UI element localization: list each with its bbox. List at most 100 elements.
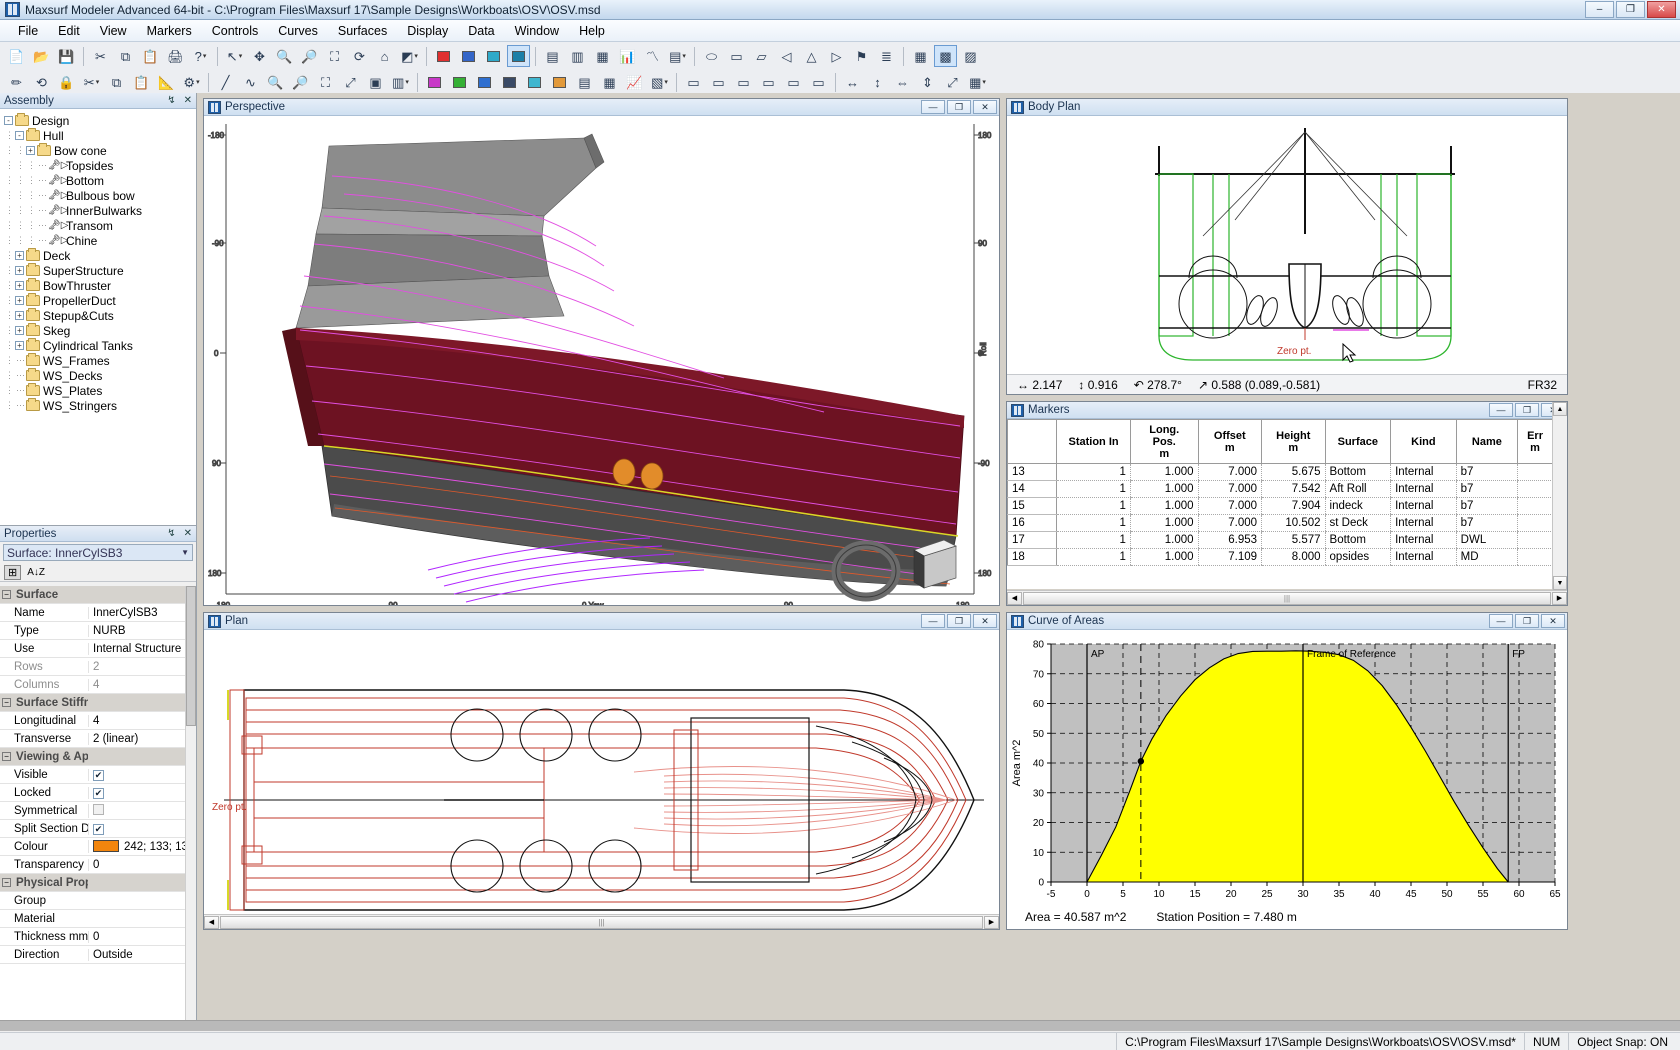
close-icon[interactable]: ✕	[184, 95, 192, 106]
scroll-down-icon[interactable]: ▼	[1553, 576, 1567, 590]
property-value[interactable]: ✔	[88, 823, 196, 835]
marker-height[interactable]: 7.904	[1262, 498, 1326, 515]
marker-station-in[interactable]: 1	[1057, 481, 1131, 498]
marker-height[interactable]: 8.000	[1262, 549, 1326, 566]
property-value[interactable]: 0	[88, 859, 196, 871]
property-transparency[interactable]: Transparency0	[0, 856, 196, 874]
surface-red-icon[interactable]	[432, 45, 455, 67]
property-value[interactable]: InnerCylSB3	[88, 607, 196, 619]
marker-long-pos[interactable]: 1.000	[1130, 549, 1198, 566]
property-value[interactable]: ✔	[88, 769, 196, 781]
tree-item-topsides[interactable]: ⋮⋮⋮⋯🗝▷Topsides	[4, 158, 196, 173]
tree-item-cylindrical-tanks[interactable]: ⋮+Cylindrical Tanks	[4, 338, 196, 353]
markers-column-header-1[interactable]: Station In	[1057, 420, 1131, 464]
fit-view-icon[interactable]: ⛶	[314, 71, 337, 93]
zoom-fit-icon[interactable]: ⛶	[323, 45, 346, 67]
open-icon[interactable]: 📂	[30, 45, 53, 67]
categorized-view-icon[interactable]: ⊞	[4, 565, 21, 580]
arrow-cursor-icon[interactable]: ↖▾	[223, 45, 246, 67]
curve-of-areas-canvas[interactable]: APFrame of ReferenceFP01020304050607080-…	[1007, 630, 1567, 929]
property-value[interactable]: 2	[88, 661, 196, 673]
minimize-button[interactable]: —	[921, 100, 945, 114]
markers-column-header-0[interactable]	[1008, 420, 1057, 464]
property-value[interactable]	[88, 804, 196, 818]
minimize-button[interactable]: —	[1489, 614, 1513, 628]
close-icon[interactable]: ✕	[184, 528, 192, 539]
grid-view-icon[interactable]: ▦	[909, 45, 932, 67]
checkbox-symmetrical[interactable]	[93, 804, 104, 815]
marker-err[interactable]	[1518, 498, 1553, 515]
marker-kind[interactable]: Internal	[1391, 464, 1457, 481]
checkbox-split-section-disp[interactable]: ✔	[93, 824, 104, 835]
collapse-icon[interactable]: −	[2, 698, 11, 707]
tree-item-ws-frames[interactable]: ⋮⋯WS_Frames	[4, 353, 196, 368]
marker-surface[interactable]: Aft Roll	[1325, 481, 1391, 498]
perspective-3d-render[interactable]: -180 -90 0 90 180 180 90 0 -90 180 -180 …	[204, 116, 999, 605]
surface-cyan-icon[interactable]	[482, 45, 505, 67]
band-green-icon[interactable]	[448, 71, 471, 93]
tree-expander-icon[interactable]: +	[15, 251, 24, 260]
scroll-left-icon[interactable]: ◀	[204, 916, 219, 929]
zoom-out2-icon[interactable]: 🔎	[289, 71, 312, 93]
band-stripes-icon[interactable]: ▤	[573, 71, 596, 93]
marker-next-icon[interactable]: ▷	[825, 45, 848, 67]
tree-item-bulbous-bow[interactable]: ⋮⋮⋮⋯🗝▷Bulbous bow	[4, 188, 196, 203]
tree-item-design[interactable]: -Design	[4, 113, 196, 128]
collapse-icon[interactable]: −	[2, 878, 11, 887]
marker-bars-icon[interactable]: ≣	[875, 45, 898, 67]
marker-height[interactable]: 7.542	[1262, 481, 1326, 498]
curve-tool-icon[interactable]: ∿	[239, 71, 262, 93]
wire-view-icon[interactable]: ▨	[959, 45, 982, 67]
chart-icon[interactable]: 📊	[616, 45, 639, 67]
marker-index[interactable]: 14	[1008, 481, 1057, 498]
marker-err[interactable]	[1518, 515, 1553, 532]
minimize-button[interactable]: —	[921, 614, 945, 628]
property-longitudinal[interactable]: Longitudinal4	[0, 712, 196, 730]
property-target-combo[interactable]: Surface: InnerCylSB3 ▼	[3, 544, 193, 561]
dim-more-icon[interactable]: ▦▾	[966, 71, 989, 93]
dim5-tool-icon[interactable]: ⤢	[941, 71, 964, 93]
marker-long-pos[interactable]: 1.000	[1130, 515, 1198, 532]
marker-edit-icon[interactable]: ▭	[725, 45, 748, 67]
body-plan-canvas[interactable]: Zero pt.	[1007, 116, 1567, 394]
restore-button[interactable]: ❐	[947, 614, 971, 628]
tree-item-superstructure[interactable]: ⋮+SuperStructure	[4, 263, 196, 278]
marker-surface[interactable]: Bottom	[1325, 464, 1391, 481]
minimize-button[interactable]: –	[1585, 1, 1614, 18]
zoom-in-icon[interactable]: 🔍	[273, 45, 296, 67]
markers-horizontal-scrollbar[interactable]: ◀ ||| ▶	[1007, 590, 1567, 605]
markers-table[interactable]: Station InLong.Pos.mOffsetmHeightmSurfac…	[1007, 419, 1553, 566]
marker-long-pos[interactable]: 1.000	[1130, 532, 1198, 549]
table-row[interactable]: 1711.0006.9535.577BottomInternalDWL	[1008, 532, 1553, 549]
menu-item-markers[interactable]: Markers	[137, 22, 202, 40]
property-value[interactable]: 2 (linear)	[88, 733, 196, 745]
menu-item-window[interactable]: Window	[505, 22, 569, 40]
marker-surface[interactable]: Bottom	[1325, 532, 1391, 549]
grid-icon[interactable]: ▦	[591, 45, 614, 67]
marker-name[interactable]: MD	[1456, 549, 1517, 566]
checkbox-visible[interactable]: ✔	[93, 770, 104, 781]
markers-vertical-scrollbar[interactable]: ▲ ▼	[1552, 402, 1567, 590]
scroll-right-icon[interactable]: ▶	[1552, 592, 1567, 605]
copy-icon[interactable]: ⧉	[114, 45, 137, 67]
band-grid-icon[interactable]: ▦	[598, 71, 621, 93]
marker-name[interactable]: b7	[1456, 464, 1517, 481]
property-value[interactable]: NURB	[88, 625, 196, 637]
tree-item-chine[interactable]: ⋮⋮⋮⋯🗝▷Chine	[4, 233, 196, 248]
marker-long-pos[interactable]: 1.000	[1130, 481, 1198, 498]
marker-name[interactable]: b7	[1456, 481, 1517, 498]
marker-offset[interactable]: 7.000	[1198, 464, 1262, 481]
marker-prev-icon[interactable]: ◁	[775, 45, 798, 67]
tree-expander-icon[interactable]: +	[15, 326, 24, 335]
plan-horizontal-scrollbar[interactable]: ◀ ||| ▶	[204, 914, 999, 929]
dim4-tool-icon[interactable]: ⇕	[916, 71, 939, 93]
rect-tool-icon[interactable]: ▭	[682, 71, 705, 93]
marker-height[interactable]: 5.675	[1262, 464, 1326, 481]
markers-column-header-2[interactable]: Long.Pos.m	[1130, 420, 1198, 464]
property-name[interactable]: NameInnerCylSB3	[0, 604, 196, 622]
section-icon[interactable]: ▤	[541, 45, 564, 67]
close-button[interactable]: ✕	[1541, 614, 1565, 628]
pin-icon[interactable]: ↯	[167, 528, 175, 539]
menu-item-data[interactable]: Data	[458, 22, 504, 40]
tree-item-bottom[interactable]: ⋮⋮⋮⋯🗝▷Bottom	[4, 173, 196, 188]
